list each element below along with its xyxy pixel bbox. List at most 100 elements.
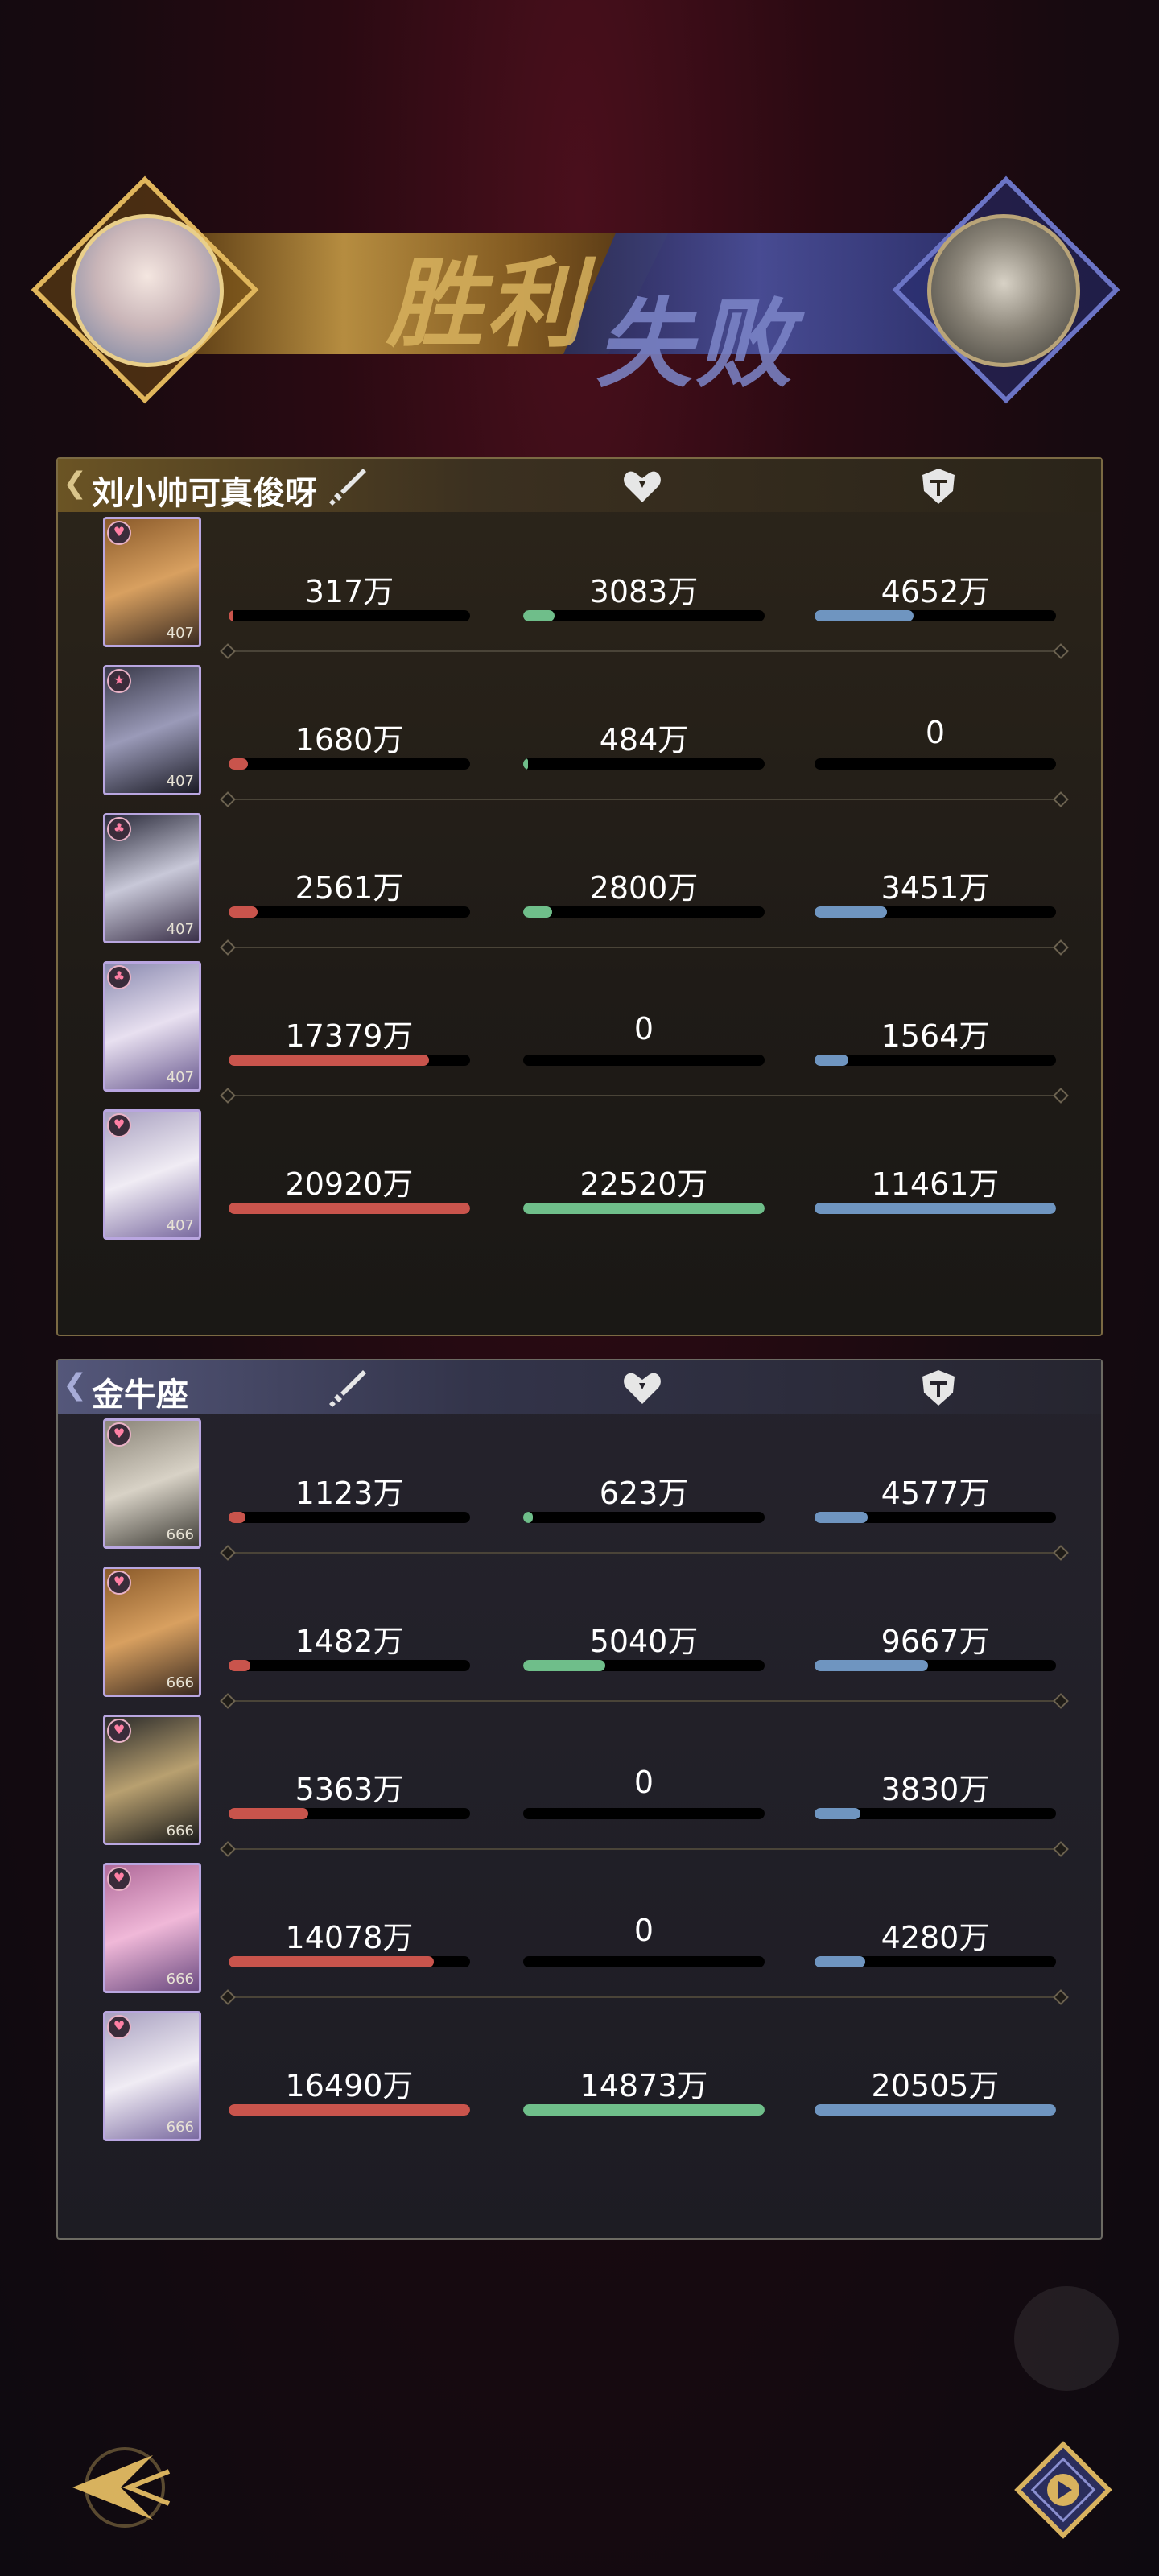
tank-bar-track bbox=[815, 1203, 1056, 1214]
club-badge-icon: ♣ bbox=[107, 817, 131, 841]
faint-overlay-button bbox=[1014, 2286, 1119, 2391]
hero-level: 666 bbox=[166, 1526, 194, 1543]
damage-stat: 1482万 bbox=[229, 1616, 470, 1671]
heal-stat: 22520万 bbox=[523, 1159, 765, 1214]
damage-stat: 317万 bbox=[229, 567, 470, 621]
damage-bar-fill bbox=[229, 1203, 470, 1214]
heal-bar-fill bbox=[523, 758, 528, 770]
row-divider bbox=[232, 650, 1057, 652]
hero-stat-row: ♥ 666 5363万 0 3830万 bbox=[58, 1711, 1101, 1856]
damage-value: 20920万 bbox=[285, 1166, 414, 1202]
hero-level: 666 bbox=[166, 1971, 194, 1988]
hero-level: 666 bbox=[166, 1674, 194, 1691]
damage-bar-track bbox=[229, 1055, 470, 1066]
hero-card[interactable]: ♥ 666 bbox=[103, 2011, 201, 2141]
damage-bar-fill bbox=[229, 1956, 434, 1967]
hero-card[interactable]: ♣ 407 bbox=[103, 813, 201, 943]
team-header: ❮ 金牛座 bbox=[58, 1360, 1101, 1414]
heal-value: 0 bbox=[633, 1913, 654, 1948]
tank-value: 1564万 bbox=[881, 1018, 990, 1054]
star-badge-icon: ★ bbox=[107, 669, 131, 693]
damage-stat: 1123万 bbox=[229, 1468, 470, 1523]
tank-bar-track bbox=[815, 1808, 1056, 1819]
damage-value: 17379万 bbox=[285, 1018, 414, 1054]
heal-value: 14873万 bbox=[580, 2068, 708, 2103]
heal-bar-track bbox=[523, 1203, 765, 1214]
heart-badge-icon: ♥ bbox=[107, 1422, 131, 1447]
shield-icon bbox=[922, 469, 955, 504]
back-arrow-icon[interactable] bbox=[56, 2439, 177, 2536]
hero-stat-row: ♥ 407 20920万 22520万 11461万 bbox=[58, 1106, 1101, 1251]
tank-value: 4577万 bbox=[881, 1476, 990, 1511]
tank-bar-fill bbox=[815, 1956, 865, 1967]
tank-bar-track bbox=[815, 1956, 1056, 1967]
hero-card[interactable]: ♥ 407 bbox=[103, 1109, 201, 1240]
player-avatar[interactable] bbox=[71, 214, 224, 367]
hero-card[interactable]: ♥ 407 bbox=[103, 517, 201, 647]
opponent-avatar[interactable] bbox=[927, 214, 1080, 367]
heal-bar-track bbox=[523, 1660, 765, 1671]
hero-level: 407 bbox=[166, 773, 194, 790]
tank-bar-fill bbox=[815, 1203, 1056, 1214]
heal-stat: 2800万 bbox=[523, 863, 765, 918]
hero-stat-row: ♥ 666 16490万 14873万 20505万 bbox=[58, 2008, 1101, 2153]
tank-stat: 0 bbox=[815, 715, 1056, 770]
damage-value: 16490万 bbox=[285, 2068, 414, 2103]
team-header: ❮ 刘小帅可真俊呀 bbox=[58, 459, 1101, 512]
damage-bar-track bbox=[229, 1512, 470, 1523]
damage-stat: 20920万 bbox=[229, 1159, 470, 1214]
tank-bar-track bbox=[815, 610, 1056, 621]
heart-badge-icon: ♥ bbox=[107, 1571, 131, 1595]
damage-value: 2561万 bbox=[295, 870, 404, 906]
damage-bar-fill bbox=[229, 610, 233, 621]
damage-bar-fill bbox=[229, 2104, 470, 2116]
hero-level: 407 bbox=[166, 921, 194, 938]
heart-badge-icon: ♥ bbox=[107, 521, 131, 545]
damage-value: 5363万 bbox=[295, 1772, 404, 1807]
heal-value: 0 bbox=[633, 1011, 654, 1046]
heal-bar-fill bbox=[523, 610, 555, 621]
hero-card[interactable]: ♣ 407 bbox=[103, 961, 201, 1092]
tank-bar-fill bbox=[815, 1055, 848, 1066]
heal-bar-fill bbox=[523, 906, 552, 918]
row-divider bbox=[232, 1996, 1057, 1998]
damage-stat: 17379万 bbox=[229, 1011, 470, 1066]
tank-stat: 3830万 bbox=[815, 1765, 1056, 1819]
heart-badge-icon: ♥ bbox=[107, 1867, 131, 1891]
hero-card[interactable]: ♥ 666 bbox=[103, 1715, 201, 1845]
victory-label: 胜利 bbox=[386, 247, 586, 361]
row-divider bbox=[232, 1700, 1057, 1702]
tank-bar-track bbox=[815, 906, 1056, 918]
hero-card[interactable]: ♥ 666 bbox=[103, 1567, 201, 1697]
hero-level: 666 bbox=[166, 1823, 194, 1839]
heal-stat: 3083万 bbox=[523, 567, 765, 621]
replay-icon[interactable] bbox=[1011, 2438, 1116, 2542]
heal-bar-track bbox=[523, 1512, 765, 1523]
hero-level: 666 bbox=[166, 2119, 194, 2136]
hero-card[interactable]: ♥ 666 bbox=[103, 1863, 201, 1993]
tank-bar-fill bbox=[815, 906, 887, 918]
damage-stat: 14078万 bbox=[229, 1913, 470, 1967]
damage-value: 1482万 bbox=[295, 1624, 404, 1659]
result-banner: 胜利 失败 bbox=[31, 175, 1127, 404]
damage-bar-track bbox=[229, 2104, 470, 2116]
tank-value: 0 bbox=[925, 715, 946, 750]
tank-bar-track bbox=[815, 1512, 1056, 1523]
tank-value: 20505万 bbox=[871, 2068, 1000, 2103]
hero-card[interactable]: ♥ 666 bbox=[103, 1418, 201, 1549]
sword-icon bbox=[329, 1370, 366, 1407]
damage-bar-track bbox=[229, 1956, 470, 1967]
tank-bar-fill bbox=[815, 1660, 928, 1671]
heal-stat: 623万 bbox=[523, 1468, 765, 1523]
hero-stat-row: ♥ 666 1123万 623万 4577万 bbox=[58, 1415, 1101, 1560]
heal-bar-track bbox=[523, 906, 765, 918]
heal-value: 2800万 bbox=[589, 870, 699, 906]
team-name: 金牛座 bbox=[92, 1376, 188, 1414]
tank-bar-fill bbox=[815, 1512, 868, 1523]
damage-value: 1680万 bbox=[295, 722, 404, 758]
sword-icon bbox=[329, 469, 366, 506]
damage-value: 14078万 bbox=[285, 1920, 414, 1955]
tank-stat: 9667万 bbox=[815, 1616, 1056, 1671]
hero-card[interactable]: ★ 407 bbox=[103, 665, 201, 795]
heal-stat: 484万 bbox=[523, 715, 765, 770]
